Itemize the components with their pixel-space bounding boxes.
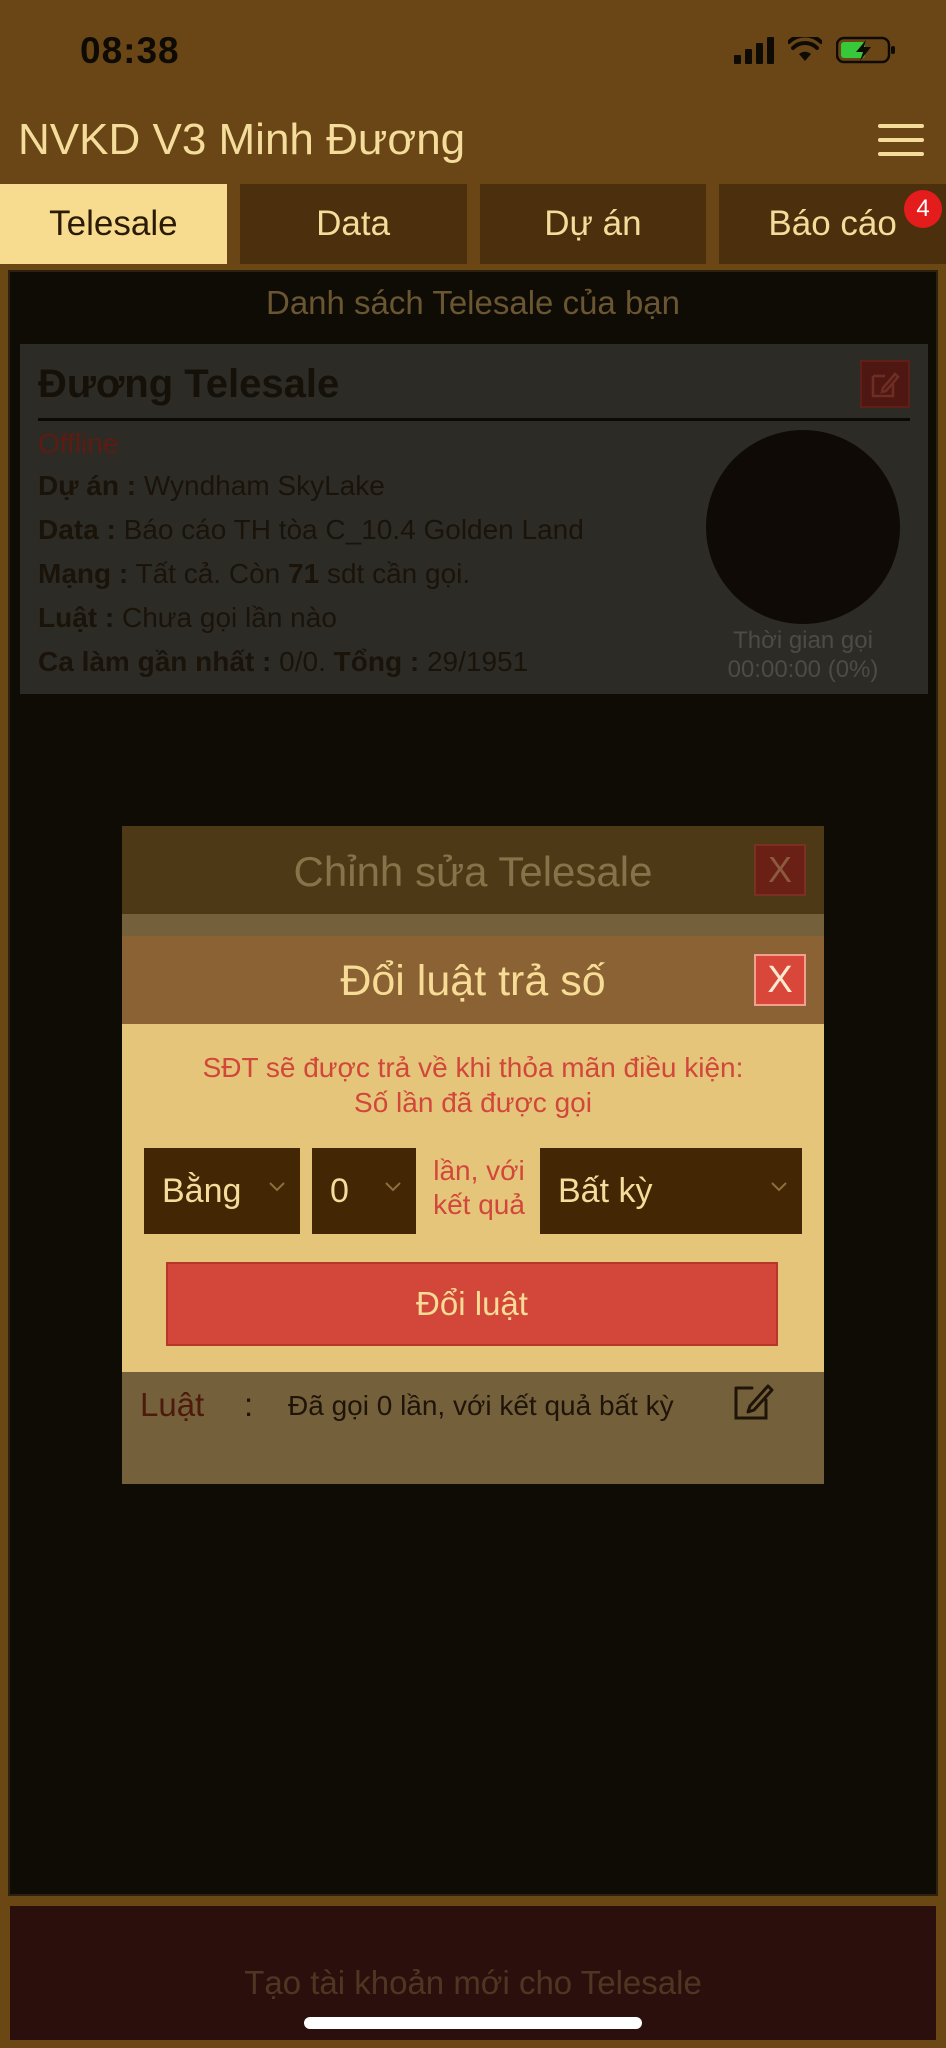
result-select[interactable]: Bất kỳ — [540, 1148, 802, 1234]
edit-icon — [871, 372, 900, 398]
telesale-card[interactable]: Đương Telesale Offline Dự án : Wyndham S… — [20, 344, 928, 694]
rule-modal-header: Đổi luật trả số X — [122, 936, 824, 1024]
status-icons — [734, 36, 896, 64]
call-time-chart — [706, 430, 900, 624]
tab-bao-cao[interactable]: Báo cáo 4 — [719, 184, 946, 264]
rule-modal-close-button[interactable]: X — [754, 954, 806, 1006]
data-row: Data : Báo cáo TH tòa C_10.4 Golden Land — [38, 514, 584, 545]
edit-telesale-button[interactable] — [860, 360, 910, 408]
chevron-down-icon — [269, 1182, 285, 1192]
app-title: NVKD V3 Minh Đương — [18, 115, 466, 164]
rule-label: Luật — [140, 1386, 205, 1423]
shift-row: Ca làm gần nhất : 0/0. Tổng : 29/1951 — [38, 646, 529, 677]
chevron-down-icon — [385, 1182, 401, 1192]
chevron-down-icon — [771, 1182, 787, 1192]
edit-modal-header: Chỉnh sửa Telesale X — [122, 826, 824, 914]
rule-value: Đã gọi 0 lần, với kết quả bất kỳ — [288, 1390, 674, 1421]
status-bar: 08:38 — [0, 0, 946, 100]
list-title: Danh sách Telesale của bạn — [265, 284, 680, 321]
project-row: Dự án : Wyndham SkyLake — [38, 470, 385, 501]
home-indicator — [304, 2017, 642, 2029]
edit-modal-close-button[interactable]: X — [754, 844, 806, 896]
edit-modal-title: Chỉnh sửa Telesale — [293, 848, 653, 895]
times-with-result-label: lần, với kết quả — [433, 1155, 525, 1220]
call-time-caption: Thời gian gọi 00:00:00 (0%) — [727, 627, 879, 683]
change-rule-modal: Đổi luật trả số X SĐT sẽ được trả về khi… — [122, 936, 824, 1372]
hamburger-menu-icon[interactable] — [878, 120, 924, 160]
rule-modal-title: Đổi luật trả số — [340, 957, 606, 1005]
rule-condition-message: SĐT sẽ được trả về khi thỏa mãn điều kiệ… — [202, 1052, 744, 1118]
cellular-signal-icon — [734, 36, 774, 64]
wifi-icon — [788, 37, 822, 61]
main-tabs: Telesale Data Dự án Báo cáo 4 — [0, 184, 946, 264]
comparator-select[interactable]: Bằng — [144, 1148, 300, 1234]
call-count-select[interactable]: 0 — [312, 1148, 416, 1234]
tab-data[interactable]: Data — [239, 184, 467, 264]
app-header: NVKD V3 Minh Đương — [0, 100, 946, 184]
battery-charging-icon — [836, 36, 895, 64]
notification-badge: 4 — [904, 190, 942, 228]
online-status: Offline — [38, 428, 119, 459]
status-time: 08:38 — [80, 30, 180, 71]
edit-rule-icon[interactable] — [730, 1376, 778, 1424]
edit-rule-row: Luật : Đã gọi 0 lần, với kết quả bất kỳ — [140, 1382, 806, 1432]
telesale-name: Đương Telesale — [38, 362, 340, 406]
network-row: Mạng : Tất cả. Còn 71 sdt cần gọi. — [38, 558, 471, 589]
tab-du-an[interactable]: Dự án — [479, 184, 707, 264]
rule-row: Luật : Chưa gọi lần nào — [38, 602, 337, 633]
tab-telesale[interactable]: Telesale — [0, 184, 227, 264]
apply-rule-button[interactable]: Đổi luật — [166, 1262, 778, 1346]
